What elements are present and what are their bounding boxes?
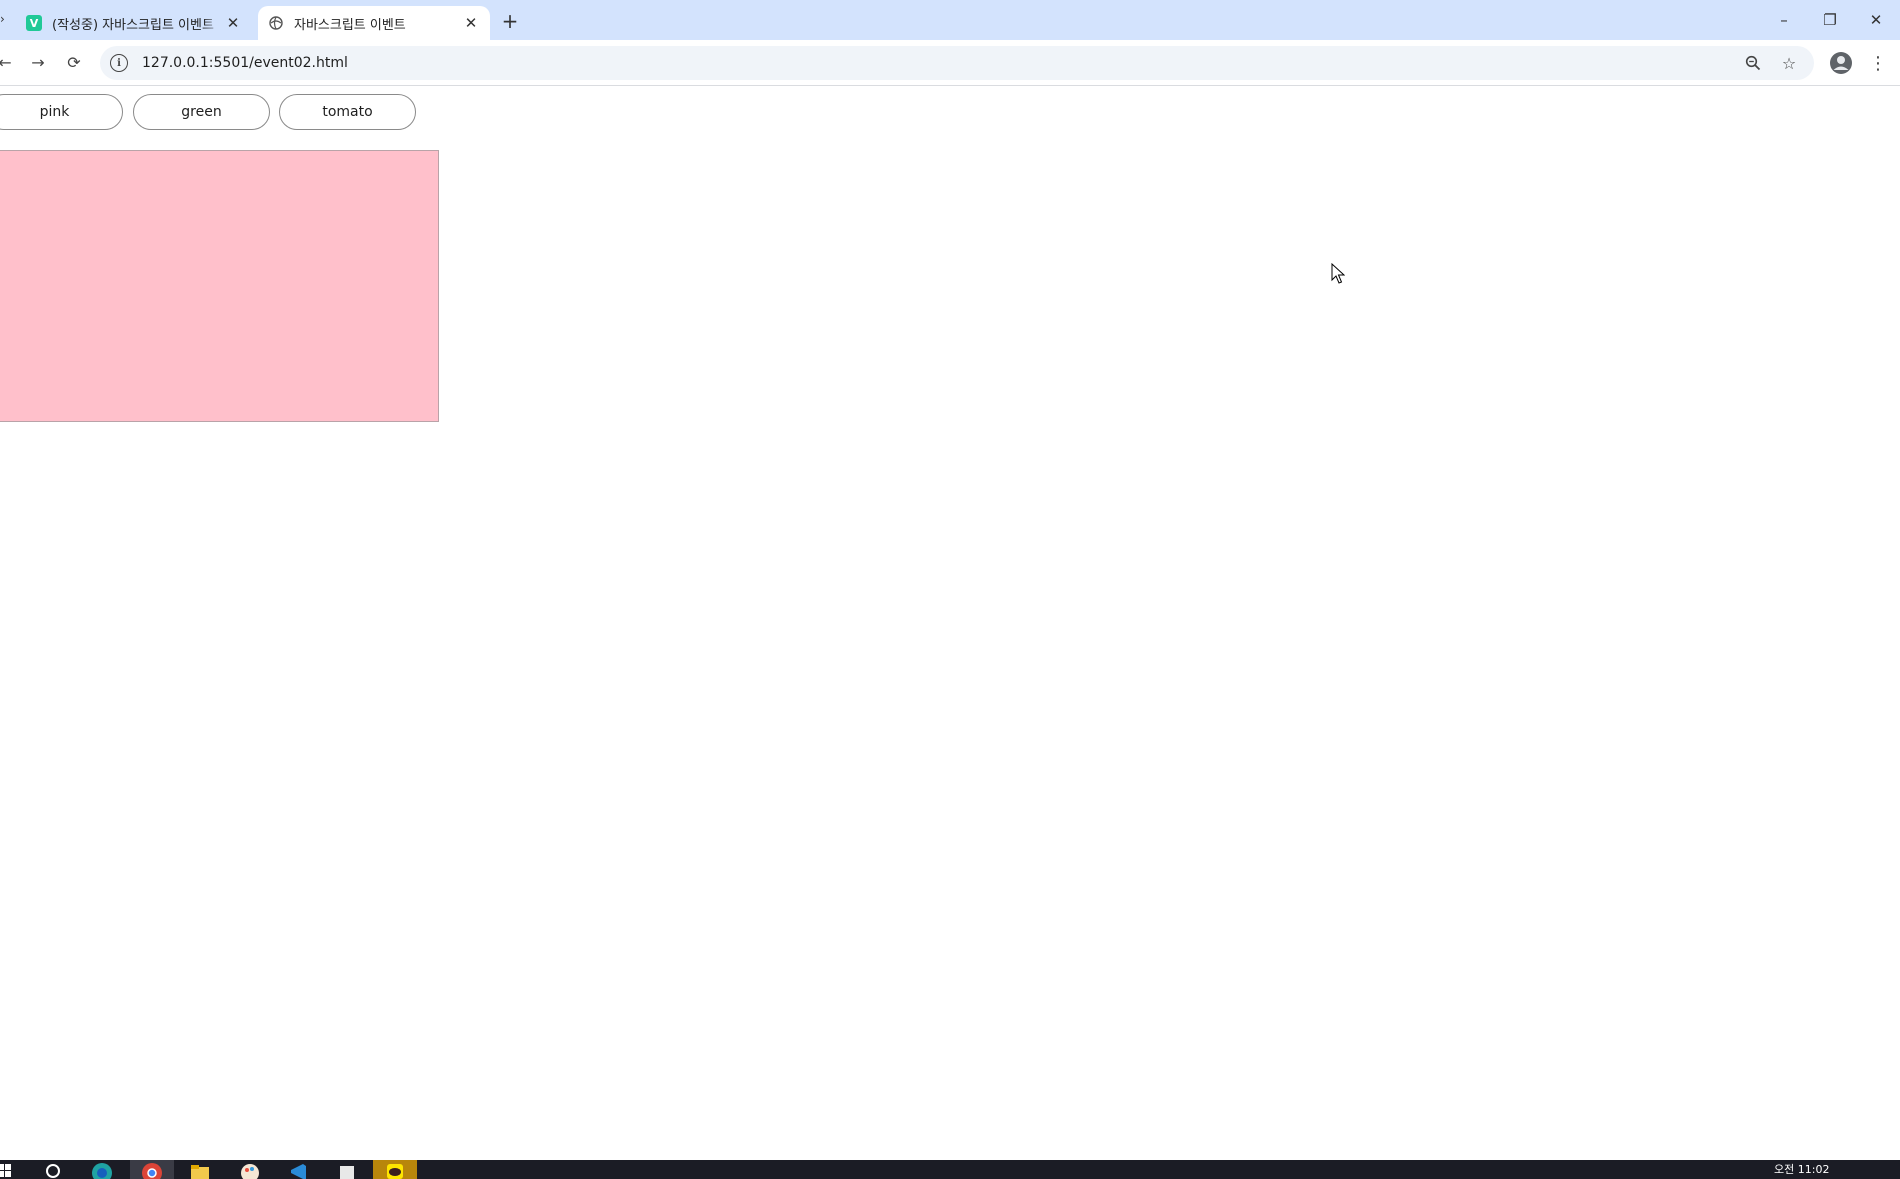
vscode-icon[interactable] [276, 1160, 320, 1179]
app-icon[interactable] [325, 1160, 369, 1179]
file-explorer-icon[interactable] [178, 1160, 222, 1179]
pink-button[interactable]: pink [0, 94, 123, 130]
address-bar[interactable]: i 127.0.0.1:5501/event02.html ☆ [100, 46, 1814, 80]
mouse-cursor-icon [1331, 263, 1345, 284]
tab-close-icon[interactable]: ✕ [224, 14, 242, 32]
globe-icon [268, 15, 284, 31]
forward-button[interactable]: → [25, 49, 51, 75]
velog-v-icon: V [26, 15, 42, 31]
taskbar-clock: 오전 11:02 [1774, 1163, 1830, 1176]
bookmark-star-icon[interactable]: ☆ [1776, 50, 1802, 76]
zoom-icon[interactable] [1740, 50, 1766, 76]
restore-button[interactable]: ❐ [1807, 0, 1853, 40]
windows-taskbar: 오전 11:02 [0, 1160, 1900, 1179]
reload-button[interactable]: ⟳ [61, 49, 87, 75]
edge-icon[interactable] [80, 1160, 124, 1179]
paint-icon[interactable] [228, 1160, 272, 1179]
minimize-button[interactable]: – [1761, 0, 1807, 40]
back-button[interactable]: ← [0, 49, 18, 75]
tomato-button[interactable]: tomato [279, 94, 416, 130]
kakaotalk-icon[interactable] [373, 1160, 417, 1179]
url-text[interactable]: 127.0.0.1:5501/event02.html [142, 55, 348, 71]
green-button[interactable]: green [133, 94, 270, 130]
tab-title: (작성중) 자바스크립트 이벤트 [52, 17, 214, 33]
browser-toolbar: ← → ⟳ i 127.0.0.1:5501/event02.html ☆ ⋮ [0, 40, 1900, 86]
tab-inactive[interactable]: V (작성중) 자바스크립트 이벤트 ✕ [16, 6, 252, 40]
tab-close-icon[interactable]: ✕ [462, 14, 480, 32]
start-icon[interactable] [0, 1160, 26, 1179]
browser-menu-icon[interactable]: ⋮ [1866, 50, 1890, 76]
chrome-icon[interactable] [130, 1160, 174, 1179]
tab-scroll-edge: › [0, 12, 5, 26]
tab-title: 자바스크립트 이벤트 [294, 17, 406, 33]
page-viewport: pink green tomato [0, 87, 1900, 1160]
new-tab-button[interactable]: + [498, 9, 522, 33]
site-info-icon[interactable]: i [110, 54, 128, 72]
color-box [0, 150, 439, 422]
profile-avatar-icon[interactable] [1826, 48, 1856, 78]
tab-active[interactable]: 자바스크립트 이벤트 ✕ [258, 6, 490, 40]
search-icon[interactable] [32, 1160, 76, 1179]
tab-strip: › V (작성중) 자바스크립트 이벤트 ✕ 자바스크립트 이벤트 ✕ + – … [0, 0, 1900, 40]
close-window-button[interactable]: ✕ [1853, 0, 1899, 40]
